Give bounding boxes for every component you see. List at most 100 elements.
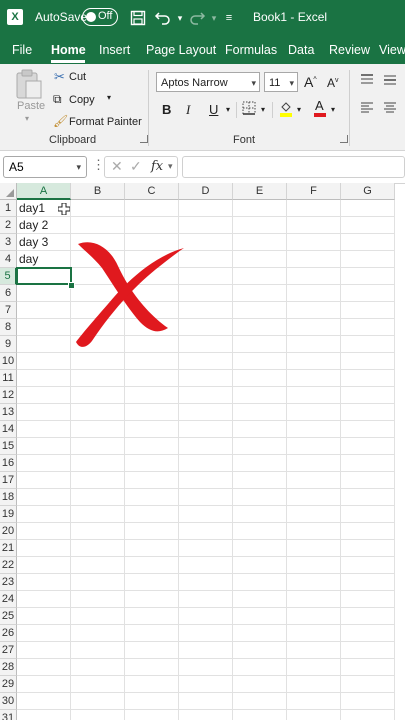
cell-e11[interactable] — [233, 370, 287, 387]
cell-g26[interactable] — [341, 625, 395, 642]
cell-a11[interactable] — [17, 370, 71, 387]
cell-f23[interactable] — [287, 574, 341, 591]
cell-b11[interactable] — [71, 370, 125, 387]
cell-g5[interactable] — [341, 268, 395, 285]
cell-f4[interactable] — [287, 251, 341, 268]
cell-d25[interactable] — [179, 608, 233, 625]
cell-d22[interactable] — [179, 557, 233, 574]
cell-b13[interactable] — [71, 404, 125, 421]
cell-d6[interactable] — [179, 285, 233, 302]
cell-b31[interactable] — [71, 710, 125, 720]
column-header-c[interactable]: C — [125, 183, 179, 200]
cell-f18[interactable] — [287, 489, 341, 506]
cell-e1[interactable] — [233, 200, 287, 217]
cell-a25[interactable] — [17, 608, 71, 625]
cell-e20[interactable] — [233, 523, 287, 540]
cell-b21[interactable] — [71, 540, 125, 557]
format-painter-button[interactable]: Format Painter — [69, 116, 142, 128]
cell-d16[interactable] — [179, 455, 233, 472]
cell-d27[interactable] — [179, 642, 233, 659]
cell-d12[interactable] — [179, 387, 233, 404]
cell-e5[interactable] — [233, 268, 287, 285]
row-header-29[interactable]: 29 — [0, 676, 17, 693]
cell-f3[interactable] — [287, 234, 341, 251]
cell-a20[interactable] — [17, 523, 71, 540]
cell-f15[interactable] — [287, 438, 341, 455]
cell-a4[interactable]: day — [17, 251, 71, 268]
cell-e19[interactable] — [233, 506, 287, 523]
font-name-combo[interactable]: Aptos Narrow ▾ — [156, 72, 260, 92]
cell-f10[interactable] — [287, 353, 341, 370]
cell-e10[interactable] — [233, 353, 287, 370]
column-header-d[interactable]: D — [179, 183, 233, 200]
formula-input[interactable] — [182, 156, 405, 178]
customize-toolbar-icon[interactable]: ≡ — [219, 8, 239, 28]
row-header-15[interactable]: 15 — [0, 438, 17, 455]
cell-a29[interactable] — [17, 676, 71, 693]
cell-c19[interactable] — [125, 506, 179, 523]
cell-e14[interactable] — [233, 421, 287, 438]
autosave-toggle[interactable]: Off — [82, 8, 118, 26]
row-header-6[interactable]: 6 — [0, 285, 17, 302]
borders-dropdown-icon[interactable]: ▾ — [261, 105, 265, 114]
cell-c22[interactable] — [125, 557, 179, 574]
cell-e13[interactable] — [233, 404, 287, 421]
cell-f6[interactable] — [287, 285, 341, 302]
cell-d24[interactable] — [179, 591, 233, 608]
cell-e31[interactable] — [233, 710, 287, 720]
font-launcher-icon[interactable] — [340, 135, 348, 143]
cell-b15[interactable] — [71, 438, 125, 455]
cell-e9[interactable] — [233, 336, 287, 353]
cell-d11[interactable] — [179, 370, 233, 387]
cell-a12[interactable] — [17, 387, 71, 404]
cell-a27[interactable] — [17, 642, 71, 659]
cell-f1[interactable] — [287, 200, 341, 217]
cell-f26[interactable] — [287, 625, 341, 642]
italic-button[interactable]: I — [186, 102, 190, 118]
cell-a21[interactable] — [17, 540, 71, 557]
cell-b19[interactable] — [71, 506, 125, 523]
row-header-4[interactable]: 4 — [0, 251, 17, 268]
row-header-9[interactable]: 9 — [0, 336, 17, 353]
cell-a16[interactable] — [17, 455, 71, 472]
cell-c31[interactable] — [125, 710, 179, 720]
cell-a17[interactable] — [17, 472, 71, 489]
column-header-g[interactable]: G — [341, 183, 395, 200]
cell-e16[interactable] — [233, 455, 287, 472]
row-header-1[interactable]: 1 — [0, 200, 17, 217]
cell-e26[interactable] — [233, 625, 287, 642]
row-header-25[interactable]: 25 — [0, 608, 17, 625]
cell-e6[interactable] — [233, 285, 287, 302]
cell-g4[interactable] — [341, 251, 395, 268]
fill-color-dropdown-icon[interactable]: ▾ — [297, 105, 301, 114]
cell-d20[interactable] — [179, 523, 233, 540]
cell-e21[interactable] — [233, 540, 287, 557]
cell-e29[interactable] — [233, 676, 287, 693]
cell-b24[interactable] — [71, 591, 125, 608]
cell-f7[interactable] — [287, 302, 341, 319]
cell-g25[interactable] — [341, 608, 395, 625]
cell-d14[interactable] — [179, 421, 233, 438]
tab-view[interactable]: View — [379, 43, 405, 57]
cell-f11[interactable] — [287, 370, 341, 387]
cell-g30[interactable] — [341, 693, 395, 710]
cell-d4[interactable] — [179, 251, 233, 268]
cell-b22[interactable] — [71, 557, 125, 574]
cell-g15[interactable] — [341, 438, 395, 455]
cell-b1[interactable] — [71, 200, 125, 217]
cell-g7[interactable] — [341, 302, 395, 319]
cell-c16[interactable] — [125, 455, 179, 472]
name-box[interactable]: A5 ▾ — [3, 156, 87, 178]
cell-e8[interactable] — [233, 319, 287, 336]
underline-button[interactable]: U — [209, 102, 218, 117]
cell-d21[interactable] — [179, 540, 233, 557]
cell-c2[interactable] — [125, 217, 179, 234]
cell-c28[interactable] — [125, 659, 179, 676]
cell-g9[interactable] — [341, 336, 395, 353]
cell-g23[interactable] — [341, 574, 395, 591]
row-header-22[interactable]: 22 — [0, 557, 17, 574]
row-header-20[interactable]: 20 — [0, 523, 17, 540]
cell-f19[interactable] — [287, 506, 341, 523]
enter-icon[interactable]: ✓ — [130, 158, 142, 175]
cell-c20[interactable] — [125, 523, 179, 540]
